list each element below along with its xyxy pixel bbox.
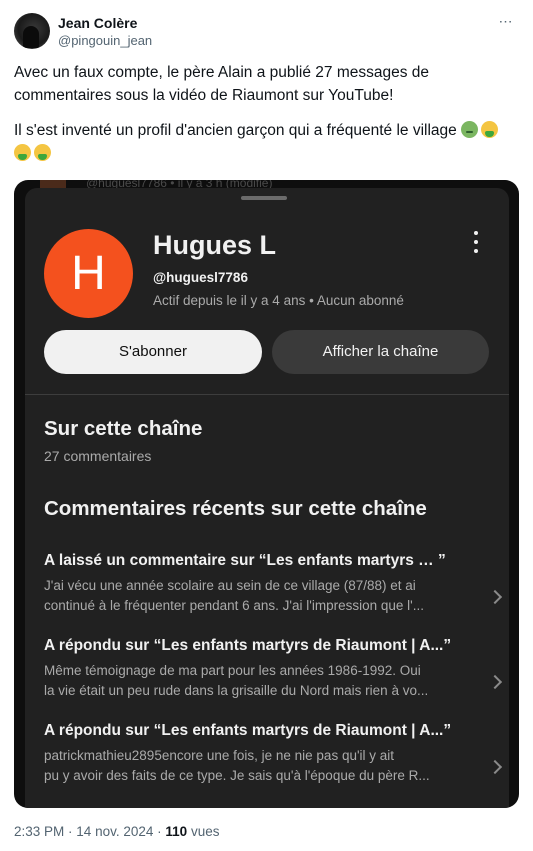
comment-count: 27 commentaires: [44, 448, 152, 464]
more-options-icon[interactable]: ⋯: [495, 13, 517, 31]
recent-comments-title: Commentaires récents sur cette chaîne: [44, 497, 427, 520]
channel-handle: @huguesl7786: [153, 270, 248, 285]
comment-heading: A répondu sur “Les enfants martyrs de Ri…: [44, 722, 452, 739]
tweet-text: Avec un faux compte, le père Alain a pub…: [14, 61, 519, 165]
chevron-right-icon: [487, 589, 503, 605]
comment-line: pu y avoir des faits de ce type. Je sais…: [44, 768, 430, 783]
comment-heading: A laissé un commentaire sur “Les enfants…: [44, 552, 446, 569]
vomiting-face-icon: [34, 144, 51, 161]
author-name[interactable]: Jean Colère: [58, 15, 137, 31]
comment-line: continué à le fréquenter pendant 6 ans. …: [44, 598, 424, 613]
tweet-footer: 2:33 PM · 14 nov. 2024 · 110 vues: [14, 824, 219, 839]
comment-line: patrickmathieu2895encore une fois, je ne…: [44, 748, 395, 763]
kebab-menu-icon[interactable]: [468, 230, 484, 254]
subscribe-button[interactable]: S'abonner: [44, 330, 262, 374]
channel-meta: Actif depuis le il y a 4 ans • Aucun abo…: [153, 293, 404, 308]
views-count: 110: [165, 824, 188, 839]
vomiting-face-icon: [481, 121, 499, 138]
channel-bottom-sheet: H Hugues L @huguesl7786 Actif depuis le …: [25, 188, 509, 808]
comment-line: la vie était un peu rude dans la grisail…: [44, 683, 429, 698]
channel-name: Hugues L: [153, 230, 277, 260]
tweet-date[interactable]: 14 nov. 2024: [76, 824, 153, 839]
views-label: vues: [190, 824, 220, 839]
list-item[interactable]: A laissé un commentaire sur “Les enfants…: [44, 552, 503, 632]
comment-line: Même témoignage de ma part pour les anné…: [44, 663, 421, 678]
list-item[interactable]: A répondu sur “Les enfants martyrs de Ri…: [44, 637, 503, 717]
tweet-header: Jean Colère @pingouin_jean ⋯: [14, 11, 519, 51]
tweet-paragraph-2: Il s'est inventé un profil d'ancien garç…: [14, 119, 519, 165]
author-avatar[interactable]: [14, 13, 50, 49]
comment-heading: A répondu sur “Les enfants martyrs de Ri…: [44, 637, 452, 654]
list-item[interactable]: A répondu sur “Les enfants martyrs de Ri…: [44, 722, 503, 802]
chevron-right-icon: [487, 674, 503, 690]
tweet-media-screenshot[interactable]: @huguesl7786 • il y a 3 h (modifié) H Hu…: [14, 180, 519, 808]
comment-line: J'ai vécu une année scolaire au sein de …: [44, 578, 416, 593]
divider: [25, 394, 509, 395]
vomiting-face-icon: [14, 144, 31, 161]
view-channel-button[interactable]: Afficher la chaîne: [272, 330, 489, 374]
channel-avatar[interactable]: H: [44, 229, 133, 318]
chevron-right-icon: [487, 759, 503, 775]
tweet-paragraph-2-text: Il s'est inventé un profil d'ancien garç…: [14, 122, 457, 139]
tweet-paragraph-1: Avec un faux compte, le père Alain a pub…: [14, 64, 430, 104]
author-handle[interactable]: @pingouin_jean: [58, 33, 152, 48]
nauseated-face-icon: [461, 121, 479, 138]
sheet-drag-handle[interactable]: [241, 196, 287, 200]
tweet-time[interactable]: 2:33 PM: [14, 824, 64, 839]
about-channel-title: Sur cette chaîne: [44, 417, 203, 440]
